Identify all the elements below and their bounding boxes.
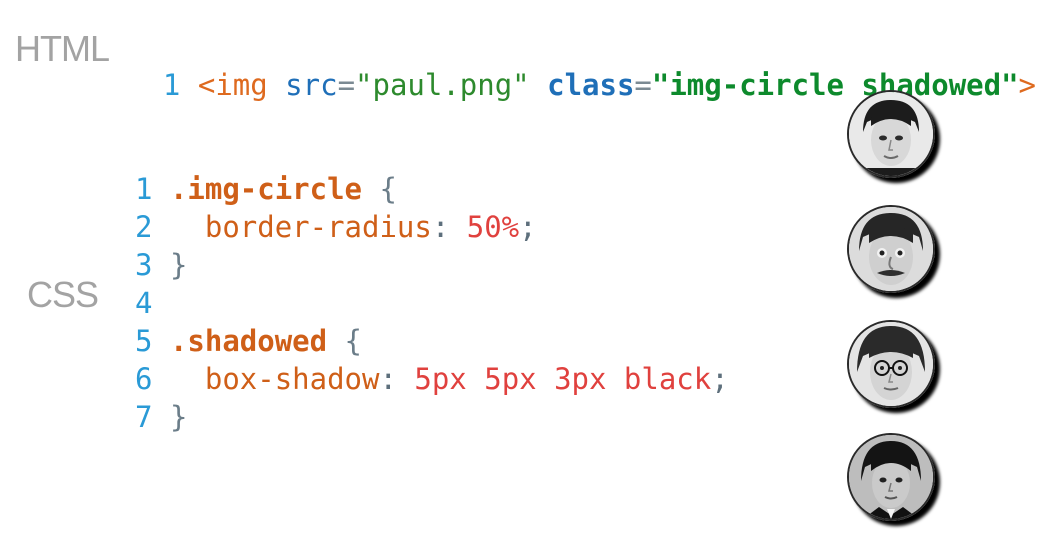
tag-close: > [1018, 68, 1037, 102]
value-50-percent: 50% [466, 210, 520, 244]
selector-shadowed: .shadowed [169, 324, 328, 358]
line-number: 1 [135, 172, 153, 206]
html-label: HTML [15, 28, 110, 69]
semicolon: ; [519, 210, 537, 244]
face-portrait-icon [849, 207, 933, 291]
open-brace: { [327, 324, 362, 358]
equals-sign: = [337, 68, 356, 102]
portrait-4 [847, 433, 935, 521]
close-brace: } [169, 248, 188, 282]
line-number: 7 [135, 400, 153, 434]
css-label: CSS [27, 274, 99, 315]
css-line-5: 5 .shadowed { [135, 322, 362, 360]
attr-src: src [285, 68, 338, 102]
portrait-3 [847, 320, 935, 408]
class-value: "img-circle shadowed" [651, 68, 1019, 102]
colon: : [379, 362, 415, 396]
css-line-7: 7 } [135, 398, 187, 436]
src-value: "paul.png" [355, 68, 530, 102]
line-number: 2 [135, 210, 153, 244]
html-code-line: 1 <img src="paul.png" class="img-circle … [128, 28, 1036, 102]
value-box-shadow: 5px 5px 3px black [414, 362, 712, 396]
css-line-1: 1 .img-circle { [135, 170, 397, 208]
css-line-3: 3 } [135, 246, 187, 284]
face-portrait-icon [849, 322, 933, 406]
tag-open: <img [197, 68, 268, 102]
line-number: 4 [135, 286, 153, 320]
css-line-6: 6 box-shadow: 5px 5px 3px black; [135, 360, 729, 398]
css-line-2: 2 border-radius: 50%; [135, 208, 537, 246]
attr-class: class [547, 68, 635, 102]
colon: : [431, 210, 467, 244]
semicolon: ; [711, 362, 729, 396]
property-box-shadow: box-shadow [204, 362, 380, 396]
face-portrait-icon [849, 435, 933, 519]
face-portrait-icon [849, 92, 933, 176]
portrait-1 [847, 90, 935, 178]
line-number: 1 [162, 68, 181, 102]
css-line-4: 4 [135, 284, 152, 322]
line-number: 3 [135, 248, 153, 282]
line-number: 5 [135, 324, 153, 358]
open-brace: { [362, 172, 397, 206]
close-brace: } [169, 400, 188, 434]
property-border-radius: border-radius [204, 210, 432, 244]
selector-img-circle: .img-circle [169, 172, 362, 206]
equals-sign: = [634, 68, 652, 102]
portrait-2 [847, 205, 935, 293]
line-number: 6 [135, 362, 153, 396]
